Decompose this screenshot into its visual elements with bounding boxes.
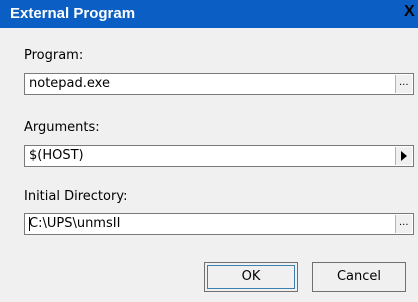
title-bar[interactable]: External Program X — [0, 0, 418, 28]
cancel-button[interactable]: Cancel — [312, 262, 406, 292]
program-value: notepad.exe — [29, 76, 110, 91]
arrow-right-icon — [401, 151, 407, 161]
ellipsis-icon: ... — [399, 77, 409, 88]
ok-button[interactable]: OK — [204, 262, 298, 292]
initial-directory-label: Initial Directory: — [24, 189, 128, 204]
arguments-value: $(HOST) — [29, 148, 84, 163]
external-program-dialog: External Program X Program: notepad.exe … — [0, 0, 418, 302]
arguments-field[interactable]: $(HOST) — [24, 145, 414, 167]
close-button[interactable]: X — [400, 2, 418, 26]
program-browse-button[interactable]: ... — [395, 75, 412, 93]
initial-directory-field[interactable]: C:\UPS\unmsII ... — [24, 213, 414, 235]
close-icon: X — [404, 3, 415, 20]
ellipsis-icon: ... — [399, 217, 409, 228]
window-title: External Program — [10, 5, 136, 22]
arguments-menu-button[interactable] — [395, 147, 412, 165]
arguments-label: Arguments: — [24, 120, 100, 135]
program-label: Program: — [24, 48, 84, 63]
initial-directory-browse-button[interactable]: ... — [395, 215, 412, 233]
initial-directory-value: C:\UPS\unmsII — [29, 216, 121, 231]
program-field[interactable]: notepad.exe ... — [24, 73, 414, 95]
